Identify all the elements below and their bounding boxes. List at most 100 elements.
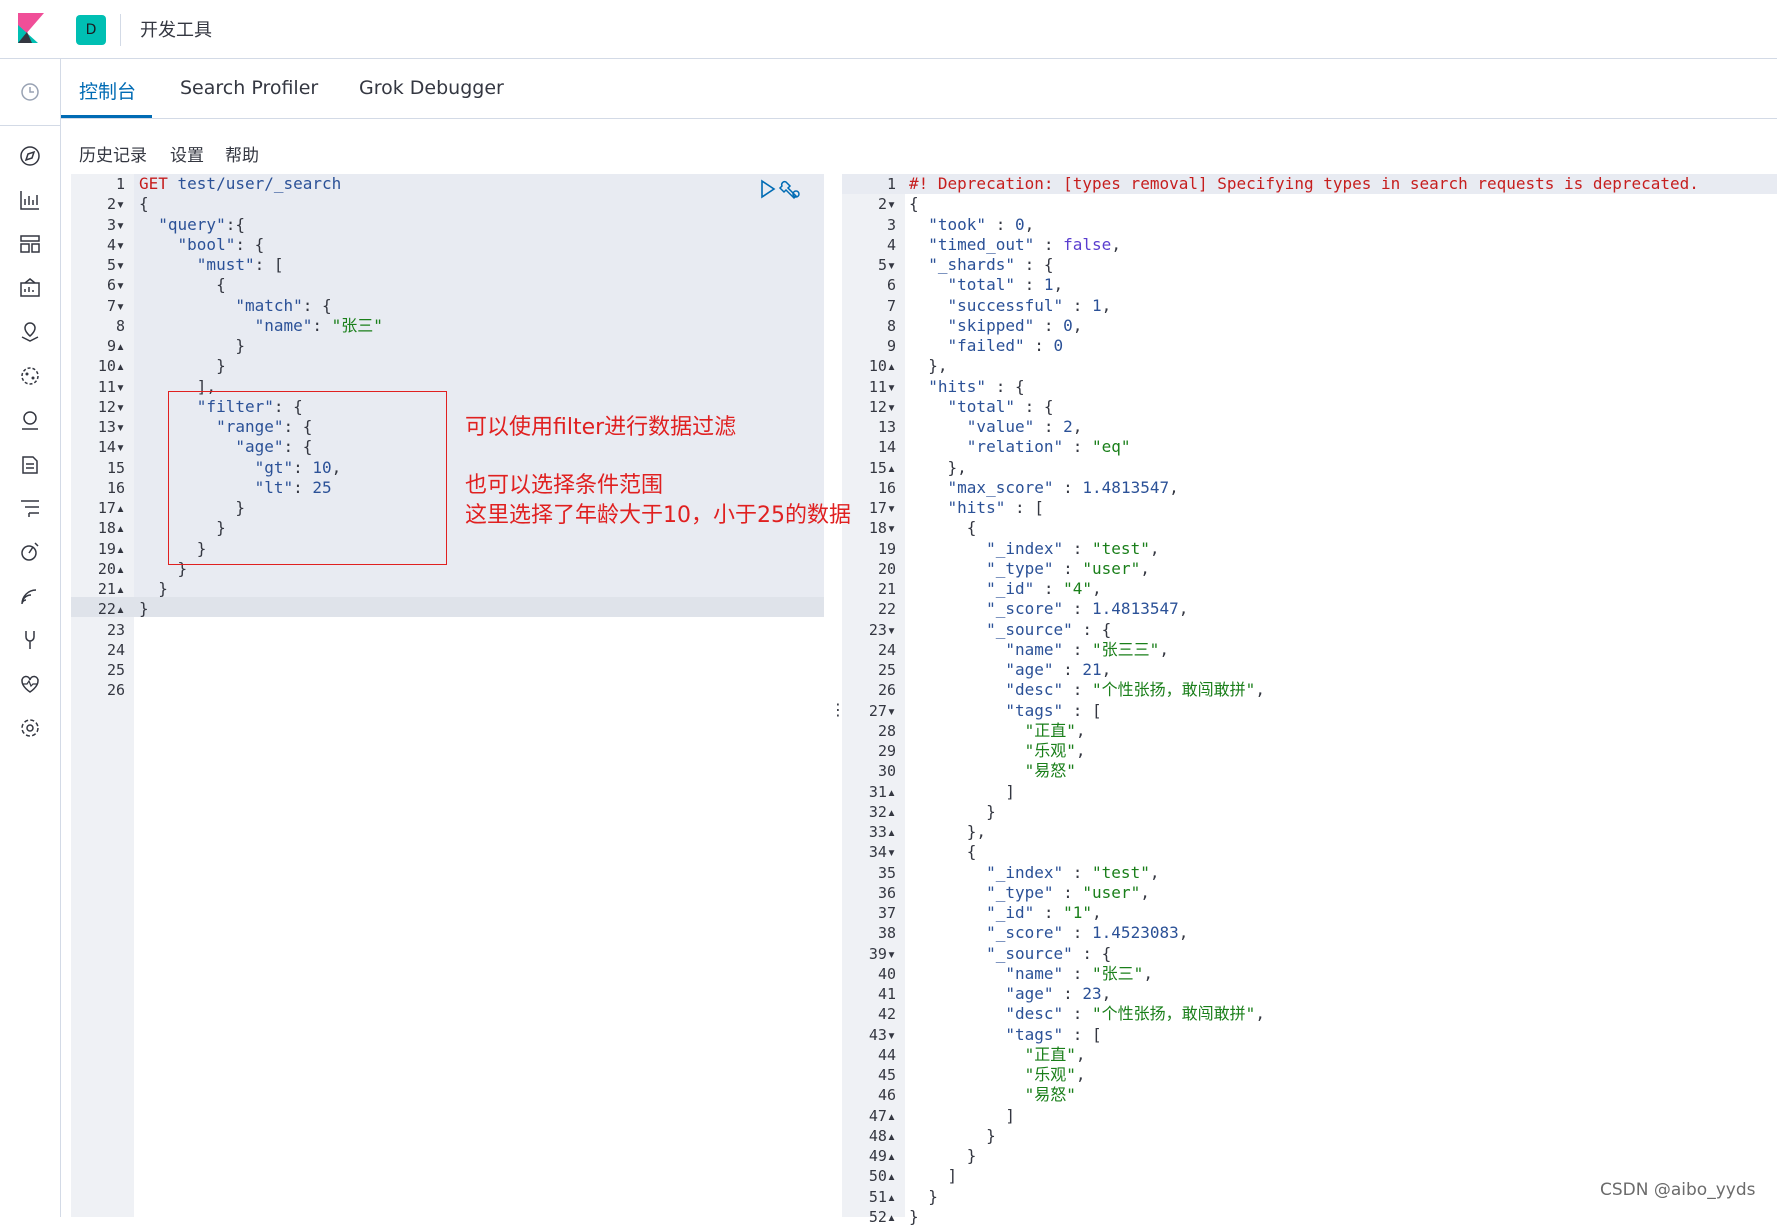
response-code-line: } <box>909 1146 977 1165</box>
request-line-number: 22▴ <box>97 600 125 619</box>
response-code-line: "易怒" <box>1024 761 1076 781</box>
response-line-number: 15▴ <box>868 458 896 477</box>
response-line-number: 23▾ <box>868 620 896 639</box>
response-line-number: 34▾ <box>868 843 896 862</box>
response-line-number: 30 <box>877 762 896 781</box>
page-title: 开发工具 <box>140 20 212 41</box>
response-line-number: 32▴ <box>868 802 896 821</box>
request-line-number: 11▾ <box>97 377 125 396</box>
response-code-line: "took" : 0, <box>928 214 1035 234</box>
visualize-chart-icon[interactable] <box>17 187 43 213</box>
response-line-number: 42 <box>877 1005 896 1024</box>
help-link[interactable]: 帮助 <box>225 141 259 166</box>
response-code-line: "value" : 2, <box>966 417 1083 436</box>
response-line-number: 10▴ <box>868 357 896 376</box>
response-code-line: }, <box>909 822 987 841</box>
tab-search-profiler[interactable]: Search Profiler <box>180 77 318 99</box>
recently-viewed-clock-icon[interactable] <box>17 79 43 105</box>
response-line-number: 48▴ <box>868 1126 896 1145</box>
watermark: CSDN @aibo_yyds <box>1600 1180 1756 1200</box>
request-line-number: 10▴ <box>97 357 125 376</box>
annotation-text-1: 可以使用filter进行数据过滤 <box>465 415 737 440</box>
maps-icon[interactable] <box>17 319 43 345</box>
dashboard-icon[interactable] <box>17 231 43 257</box>
response-code-line: "_id" : "1", <box>986 903 1102 922</box>
canvas-icon[interactable] <box>17 275 43 301</box>
response-code-line: { <box>909 842 977 862</box>
response-line-number: 9 <box>886 337 896 355</box>
response-code-line: "name" : "张三", <box>1005 963 1153 983</box>
request-line-number: 17▴ <box>97 499 125 517</box>
response-line-number: 31▴ <box>868 782 896 801</box>
response-line-number: 35 <box>877 863 896 882</box>
pane-resize-handle[interactable] <box>824 174 842 1217</box>
response-line-number: 21 <box>877 580 896 598</box>
response-code-line: "_type" : "user", <box>986 882 1150 902</box>
response-line-number: 41 <box>877 985 896 1003</box>
response-line-number: 12▾ <box>868 397 896 416</box>
request-code-line: "must": [ <box>196 255 284 274</box>
dev-tools-wrench-icon[interactable] <box>17 627 43 653</box>
response-line-number: 51▴ <box>868 1187 896 1206</box>
response-line-number: 14 <box>877 438 896 457</box>
siem-icon[interactable] <box>17 583 43 609</box>
response-code-line: "timed_out" : false, <box>928 234 1121 254</box>
management-gear-icon[interactable] <box>17 715 43 741</box>
response-line-number: 1 <box>886 175 896 193</box>
request-line-number: 16 <box>106 478 125 497</box>
request-actions <box>760 178 820 204</box>
response-code-line: "_index" : "test", <box>986 862 1160 882</box>
response-code-line: "_id" : "4", <box>986 579 1102 598</box>
response-code-line: } <box>909 801 996 821</box>
request-code-line: } <box>139 579 168 598</box>
apm-icon[interactable] <box>17 495 43 521</box>
tab-console[interactable]: 控制台 <box>79 77 136 104</box>
response-line-number: 5▾ <box>877 256 896 274</box>
request-line-number: 20▴ <box>97 559 125 578</box>
response-line-number: 40 <box>877 964 896 983</box>
response-line-number: 38 <box>877 924 896 943</box>
response-line-number: 26 <box>877 681 896 700</box>
response-code-line: #! Deprecation: [types removal] Specifyi… <box>909 174 1699 193</box>
ml-icon[interactable] <box>17 363 43 389</box>
request-line-number: 21▴ <box>97 580 125 598</box>
response-code-line: "tags" : [ <box>1005 1024 1102 1044</box>
response-line-number: 44 <box>877 1045 896 1064</box>
kibana-logo-icon[interactable] <box>18 13 44 43</box>
response-code-line: "total" : 1, <box>947 275 1064 295</box>
response-line-number: 22 <box>877 600 896 619</box>
header-divider <box>120 14 121 46</box>
send-request-play-icon[interactable] <box>761 179 776 199</box>
response-code-line: "_score" : 1.4813547, <box>986 599 1189 619</box>
request-line-number: 6▾ <box>106 276 125 295</box>
uptime-icon[interactable] <box>17 539 43 565</box>
response-code-line: }, <box>909 356 948 376</box>
response-code-line: "failed" : 0 <box>947 336 1064 355</box>
space-avatar[interactable]: D <box>76 15 106 45</box>
response-line-number: 33▴ <box>868 823 896 841</box>
infrastructure-icon[interactable] <box>17 407 43 433</box>
response-code-line: "正直", <box>1024 1044 1086 1064</box>
response-code-line: "skipped" : 0, <box>947 315 1083 335</box>
tab-grok-debugger[interactable]: Grok Debugger <box>359 77 504 99</box>
monitoring-heartbeat-icon[interactable] <box>17 671 43 697</box>
discover-compass-icon[interactable] <box>17 143 43 169</box>
response-code-line: } <box>909 1186 938 1206</box>
response-line-number: 36 <box>877 883 896 902</box>
request-line-number: 12▾ <box>97 397 125 416</box>
request-line-number: 23 <box>106 620 125 639</box>
history-link[interactable]: 历史记录 <box>79 141 147 166</box>
request-settings-wrench-icon[interactable] <box>778 180 800 200</box>
response-line-number: 47▴ <box>868 1106 896 1125</box>
settings-link[interactable]: 设置 <box>170 141 204 166</box>
request-line-number: 19▴ <box>97 539 125 558</box>
response-code-line: "name" : "张三三", <box>1005 639 1169 659</box>
response-code-line: }, <box>909 457 967 477</box>
response-line-number: 7 <box>886 296 896 315</box>
response-code-line: "relation" : "eq" <box>966 437 1131 457</box>
request-code-line: "bool": { <box>177 234 265 254</box>
request-current-line <box>71 597 824 617</box>
logs-icon[interactable] <box>17 451 43 477</box>
request-line-number: 14▾ <box>97 438 125 457</box>
response-line-number: 2▾ <box>877 195 896 214</box>
